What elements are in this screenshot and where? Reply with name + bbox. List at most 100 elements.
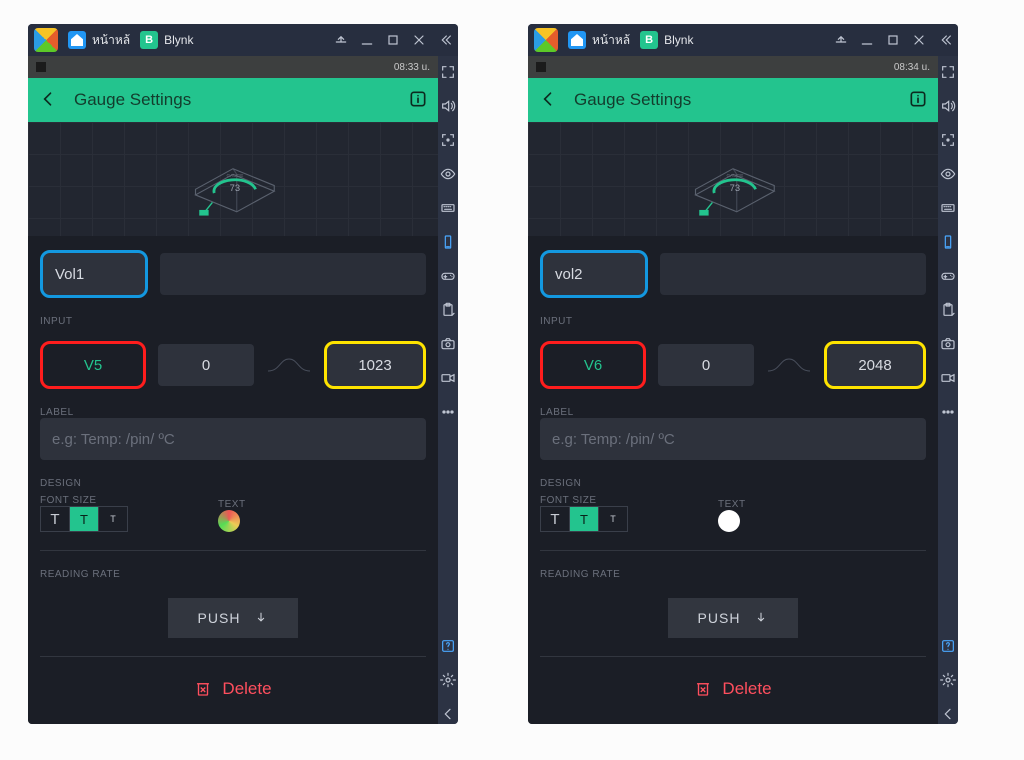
color-picker[interactable] bbox=[218, 510, 240, 532]
range-max-input[interactable]: 2048 bbox=[824, 341, 926, 389]
widget-name-rest[interactable] bbox=[160, 253, 426, 295]
device-icon[interactable] bbox=[938, 232, 958, 252]
back-icon[interactable] bbox=[38, 89, 58, 112]
input-section-label: INPUT bbox=[540, 316, 926, 327]
gamepad-icon[interactable] bbox=[438, 266, 458, 286]
gear-icon[interactable] bbox=[938, 670, 958, 690]
maximize-icon[interactable] bbox=[380, 27, 406, 53]
blynk-icon: B bbox=[640, 31, 658, 49]
readingrate-label: READING RATE bbox=[540, 569, 926, 580]
focus-icon[interactable] bbox=[438, 130, 458, 150]
trash-icon bbox=[194, 680, 212, 698]
statusbar-time: 08:33 u. bbox=[394, 62, 430, 73]
widget-name-input[interactable]: vol2 bbox=[540, 250, 648, 298]
bluestacks-logo-icon bbox=[34, 28, 58, 52]
keyboard-icon[interactable] bbox=[938, 198, 958, 218]
tab-home[interactable]: หน้าหล้ bbox=[568, 28, 630, 52]
back-nav-icon[interactable] bbox=[438, 704, 458, 724]
collapse-sidebar-icon[interactable] bbox=[432, 27, 458, 53]
reading-rate-selector[interactable]: PUSH bbox=[668, 598, 798, 638]
help-icon[interactable] bbox=[438, 636, 458, 656]
widget-name-rest[interactable] bbox=[660, 253, 926, 295]
keyboard-icon[interactable] bbox=[438, 198, 458, 218]
fontsize-selector[interactable]: T T T bbox=[40, 506, 128, 532]
collapse-sidebar-icon[interactable] bbox=[932, 27, 958, 53]
close-icon[interactable] bbox=[406, 27, 432, 53]
tab-home[interactable]: หน้าหล้ bbox=[68, 28, 130, 52]
gear-icon[interactable] bbox=[438, 670, 458, 690]
fontsize-medium[interactable]: T bbox=[570, 507, 599, 531]
bluestacks-logo-icon bbox=[534, 28, 558, 52]
info-icon[interactable] bbox=[408, 89, 428, 112]
chevron-down-icon bbox=[754, 611, 768, 625]
android-statusbar: 08:33 u. bbox=[28, 56, 438, 78]
tab-blynk-label: Blynk bbox=[164, 33, 193, 47]
svg-text:73: 73 bbox=[730, 183, 740, 193]
fullscreen-icon[interactable] bbox=[438, 62, 458, 82]
color-picker[interactable] bbox=[718, 510, 740, 532]
chevron-down-icon bbox=[254, 611, 268, 625]
maximize-icon[interactable] bbox=[880, 27, 906, 53]
eye-icon[interactable] bbox=[938, 164, 958, 184]
fullscreen-icon[interactable] bbox=[938, 62, 958, 82]
page-title: Gauge Settings bbox=[574, 90, 892, 110]
video-icon[interactable] bbox=[938, 368, 958, 388]
delete-button[interactable]: Delete bbox=[540, 679, 926, 699]
eye-icon[interactable] bbox=[438, 164, 458, 184]
minimize-icon[interactable] bbox=[354, 27, 380, 53]
gauge-preview-value: 73 bbox=[230, 183, 240, 193]
widget-name-input[interactable]: Vol1 bbox=[40, 250, 148, 298]
trash-icon bbox=[694, 680, 712, 698]
svg-text:GAUGE: GAUGE bbox=[726, 173, 743, 178]
focus-icon[interactable] bbox=[938, 130, 958, 150]
textcolor-label: TEXT bbox=[218, 499, 246, 510]
more-icon[interactable] bbox=[938, 402, 958, 422]
label-input[interactable]: e.g: Temp: /pin/ ºC bbox=[540, 418, 926, 460]
help-icon[interactable] bbox=[938, 636, 958, 656]
device-icon[interactable] bbox=[438, 232, 458, 252]
minimize-icon[interactable] bbox=[854, 27, 880, 53]
reading-rate-selector[interactable]: PUSH bbox=[168, 598, 298, 638]
fontsize-selector[interactable]: T T T bbox=[540, 506, 628, 532]
label-input[interactable]: e.g: Temp: /pin/ ºC bbox=[40, 418, 426, 460]
design-section-label: DESIGN bbox=[40, 478, 426, 489]
clipboard-icon[interactable] bbox=[938, 300, 958, 320]
info-icon[interactable] bbox=[908, 89, 928, 112]
hamburger-drawer-icon[interactable] bbox=[828, 27, 854, 53]
fontsize-large[interactable]: T bbox=[41, 507, 70, 531]
svg-text:GAUGE: GAUGE bbox=[226, 173, 243, 178]
close-icon[interactable] bbox=[906, 27, 932, 53]
pin-selector[interactable]: V6 bbox=[540, 341, 646, 389]
tab-blynk[interactable]: B Blynk bbox=[640, 28, 693, 52]
camera-icon[interactable] bbox=[438, 334, 458, 354]
more-icon[interactable] bbox=[438, 402, 458, 422]
range-max-input[interactable]: 1023 bbox=[324, 341, 426, 389]
fontsize-large[interactable]: T bbox=[541, 507, 570, 531]
tab-blynk[interactable]: B Blynk bbox=[140, 28, 193, 52]
volume-icon[interactable] bbox=[938, 96, 958, 116]
fontsize-small[interactable]: T bbox=[99, 507, 127, 531]
camera-icon[interactable] bbox=[938, 334, 958, 354]
app-viewport: 08:34 u. Gauge Settings 73 bbox=[528, 56, 938, 724]
blynk-icon: B bbox=[140, 31, 158, 49]
hamburger-drawer-icon[interactable] bbox=[328, 27, 354, 53]
gamepad-icon[interactable] bbox=[938, 266, 958, 286]
statusbar-left-icon bbox=[36, 62, 46, 72]
statusbar-time: 08:34 u. bbox=[894, 62, 930, 73]
delete-button[interactable]: Delete bbox=[40, 679, 426, 699]
back-icon[interactable] bbox=[538, 89, 558, 112]
tab-home-label: หน้าหล้ bbox=[592, 31, 630, 50]
home-icon bbox=[568, 31, 586, 49]
volume-icon[interactable] bbox=[438, 96, 458, 116]
pin-selector[interactable]: V5 bbox=[40, 341, 146, 389]
range-min-input[interactable]: 0 bbox=[658, 344, 754, 386]
clipboard-icon[interactable] bbox=[438, 300, 458, 320]
range-min-input[interactable]: 0 bbox=[158, 344, 254, 386]
fontsize-small[interactable]: T bbox=[599, 507, 627, 531]
fontsize-medium[interactable]: T bbox=[70, 507, 99, 531]
video-icon[interactable] bbox=[438, 368, 458, 388]
tab-home-label: หน้าหล้ bbox=[92, 31, 130, 50]
emulator-side-toolbar bbox=[438, 56, 458, 724]
input-section-label: INPUT bbox=[40, 316, 426, 327]
back-nav-icon[interactable] bbox=[938, 704, 958, 724]
